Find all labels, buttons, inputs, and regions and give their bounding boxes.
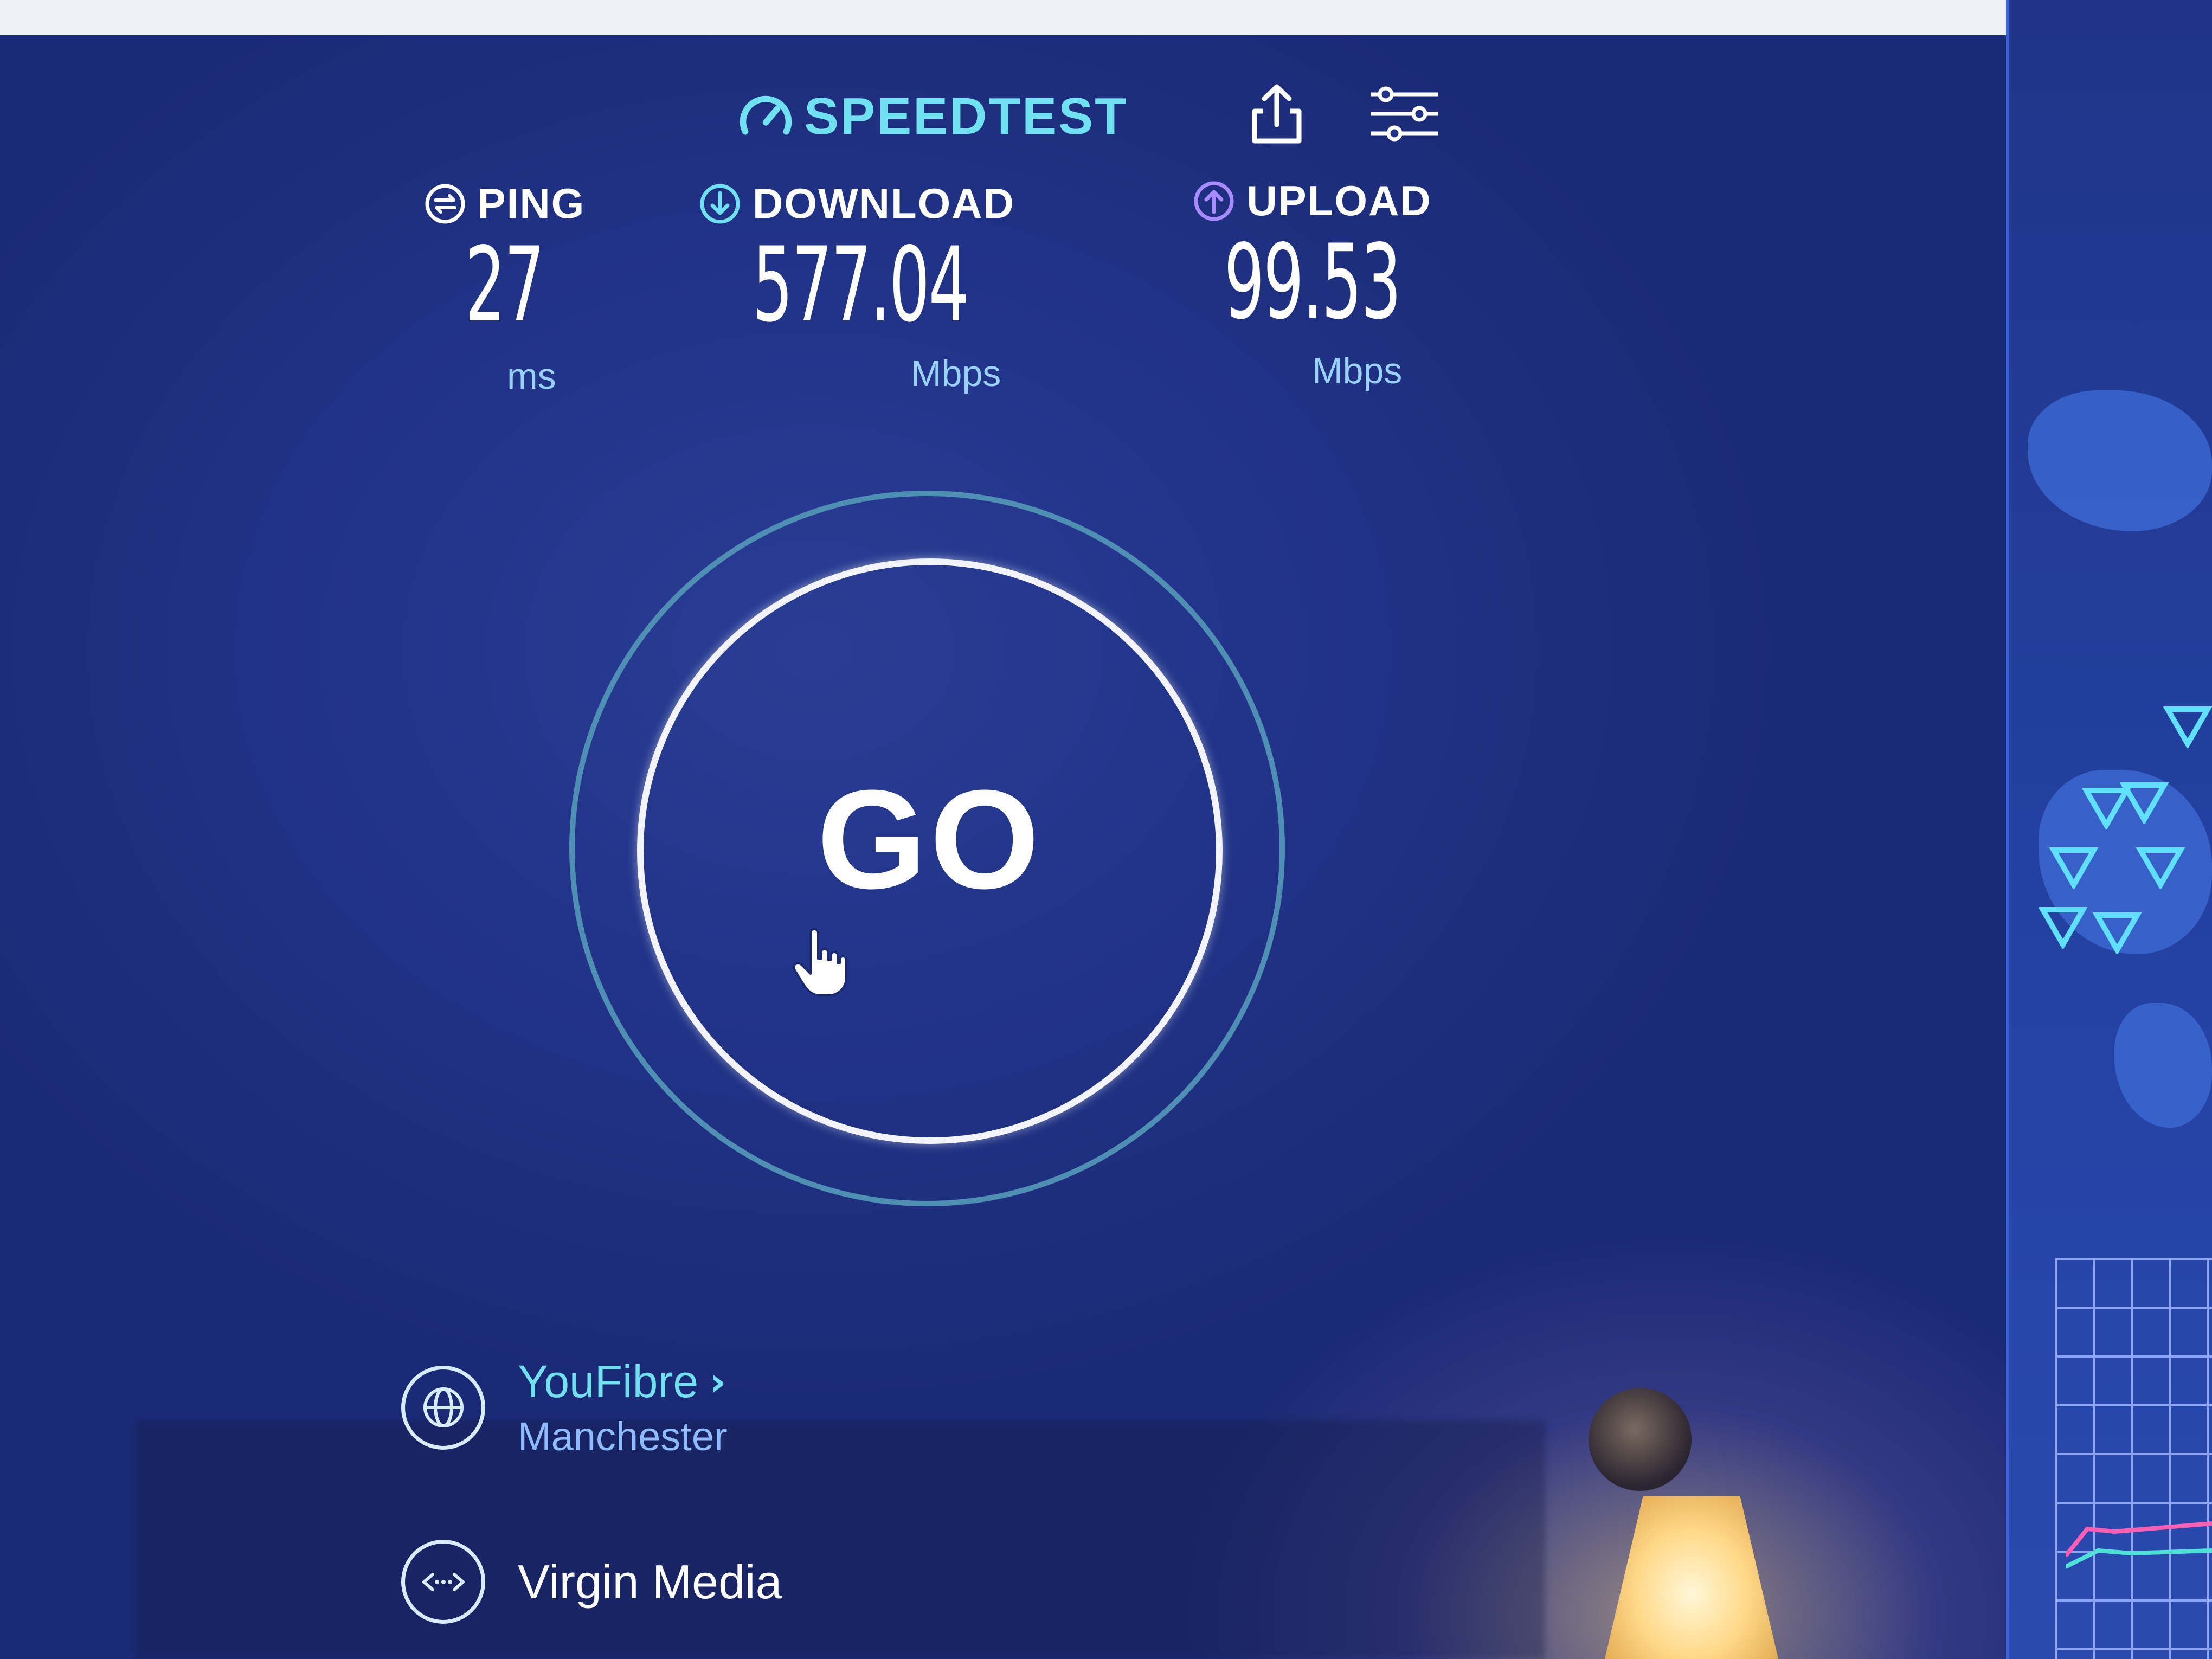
ping-icon (425, 184, 465, 223)
server-connection-icon (401, 1540, 485, 1624)
wall-lamp-reflection (1589, 1388, 1692, 1491)
upload-header: UPLOAD (1166, 176, 1458, 226)
upload-arrow-icon (1194, 181, 1234, 221)
isp-details: YouFibre › Manchester (518, 1355, 728, 1459)
lamp-shade-reflection (1605, 1496, 1778, 1659)
isp-name-line[interactable]: YouFibre › (518, 1355, 728, 1408)
go-button-label: GO (816, 761, 1043, 918)
download-metric: DOWNLOAD 577.04 (689, 179, 1025, 337)
app-title: SPEEDTEST (804, 87, 1128, 145)
upload-metric: UPLOAD 99.53 (1166, 176, 1458, 334)
download-label: DOWNLOAD (753, 179, 1015, 227)
upload-value: 99.53 (1224, 222, 1401, 342)
speedtest-logo: SPEEDTEST (737, 87, 1128, 146)
chevron-right-icon[interactable]: › (709, 1359, 726, 1405)
upload-unit: Mbps (1312, 350, 1403, 391)
download-arrow-icon (700, 184, 740, 223)
download-value: 577.04 (752, 225, 969, 345)
server-row: Virgin Media (401, 1540, 782, 1624)
isp-row: YouFibre › Manchester (401, 1355, 728, 1459)
download-unit: Mbps (911, 353, 1001, 394)
isp-location: Manchester (518, 1414, 728, 1459)
upload-label: UPLOAD (1246, 177, 1432, 224)
ping-metric: PING 27 (412, 179, 596, 337)
browser-top-bar (0, 0, 2006, 35)
download-header: DOWNLOAD (689, 179, 1025, 228)
hand-pointer-icon (793, 928, 847, 996)
isp-name-link[interactable]: YouFibre (518, 1355, 698, 1408)
speedtest-screen: SPEEDTEST PING 27 ms DOWNLOAD 577.04 Mbp… (0, 0, 2212, 1659)
share-icon[interactable] (1247, 81, 1307, 146)
speedometer-icon (740, 95, 792, 135)
results-graph-lines (2066, 1521, 2212, 1569)
ping-label: PING (477, 179, 586, 227)
ping-header: PING (412, 179, 596, 228)
server-name-link[interactable]: Virgin Media (518, 1554, 782, 1610)
globe-icon (401, 1365, 485, 1450)
settings-sliders-icon[interactable] (1366, 81, 1442, 146)
ping-unit: ms (507, 356, 556, 397)
background-furniture (136, 1420, 1545, 1659)
ping-value: 27 (465, 225, 545, 345)
results-graph-grid (2055, 1258, 2212, 1659)
